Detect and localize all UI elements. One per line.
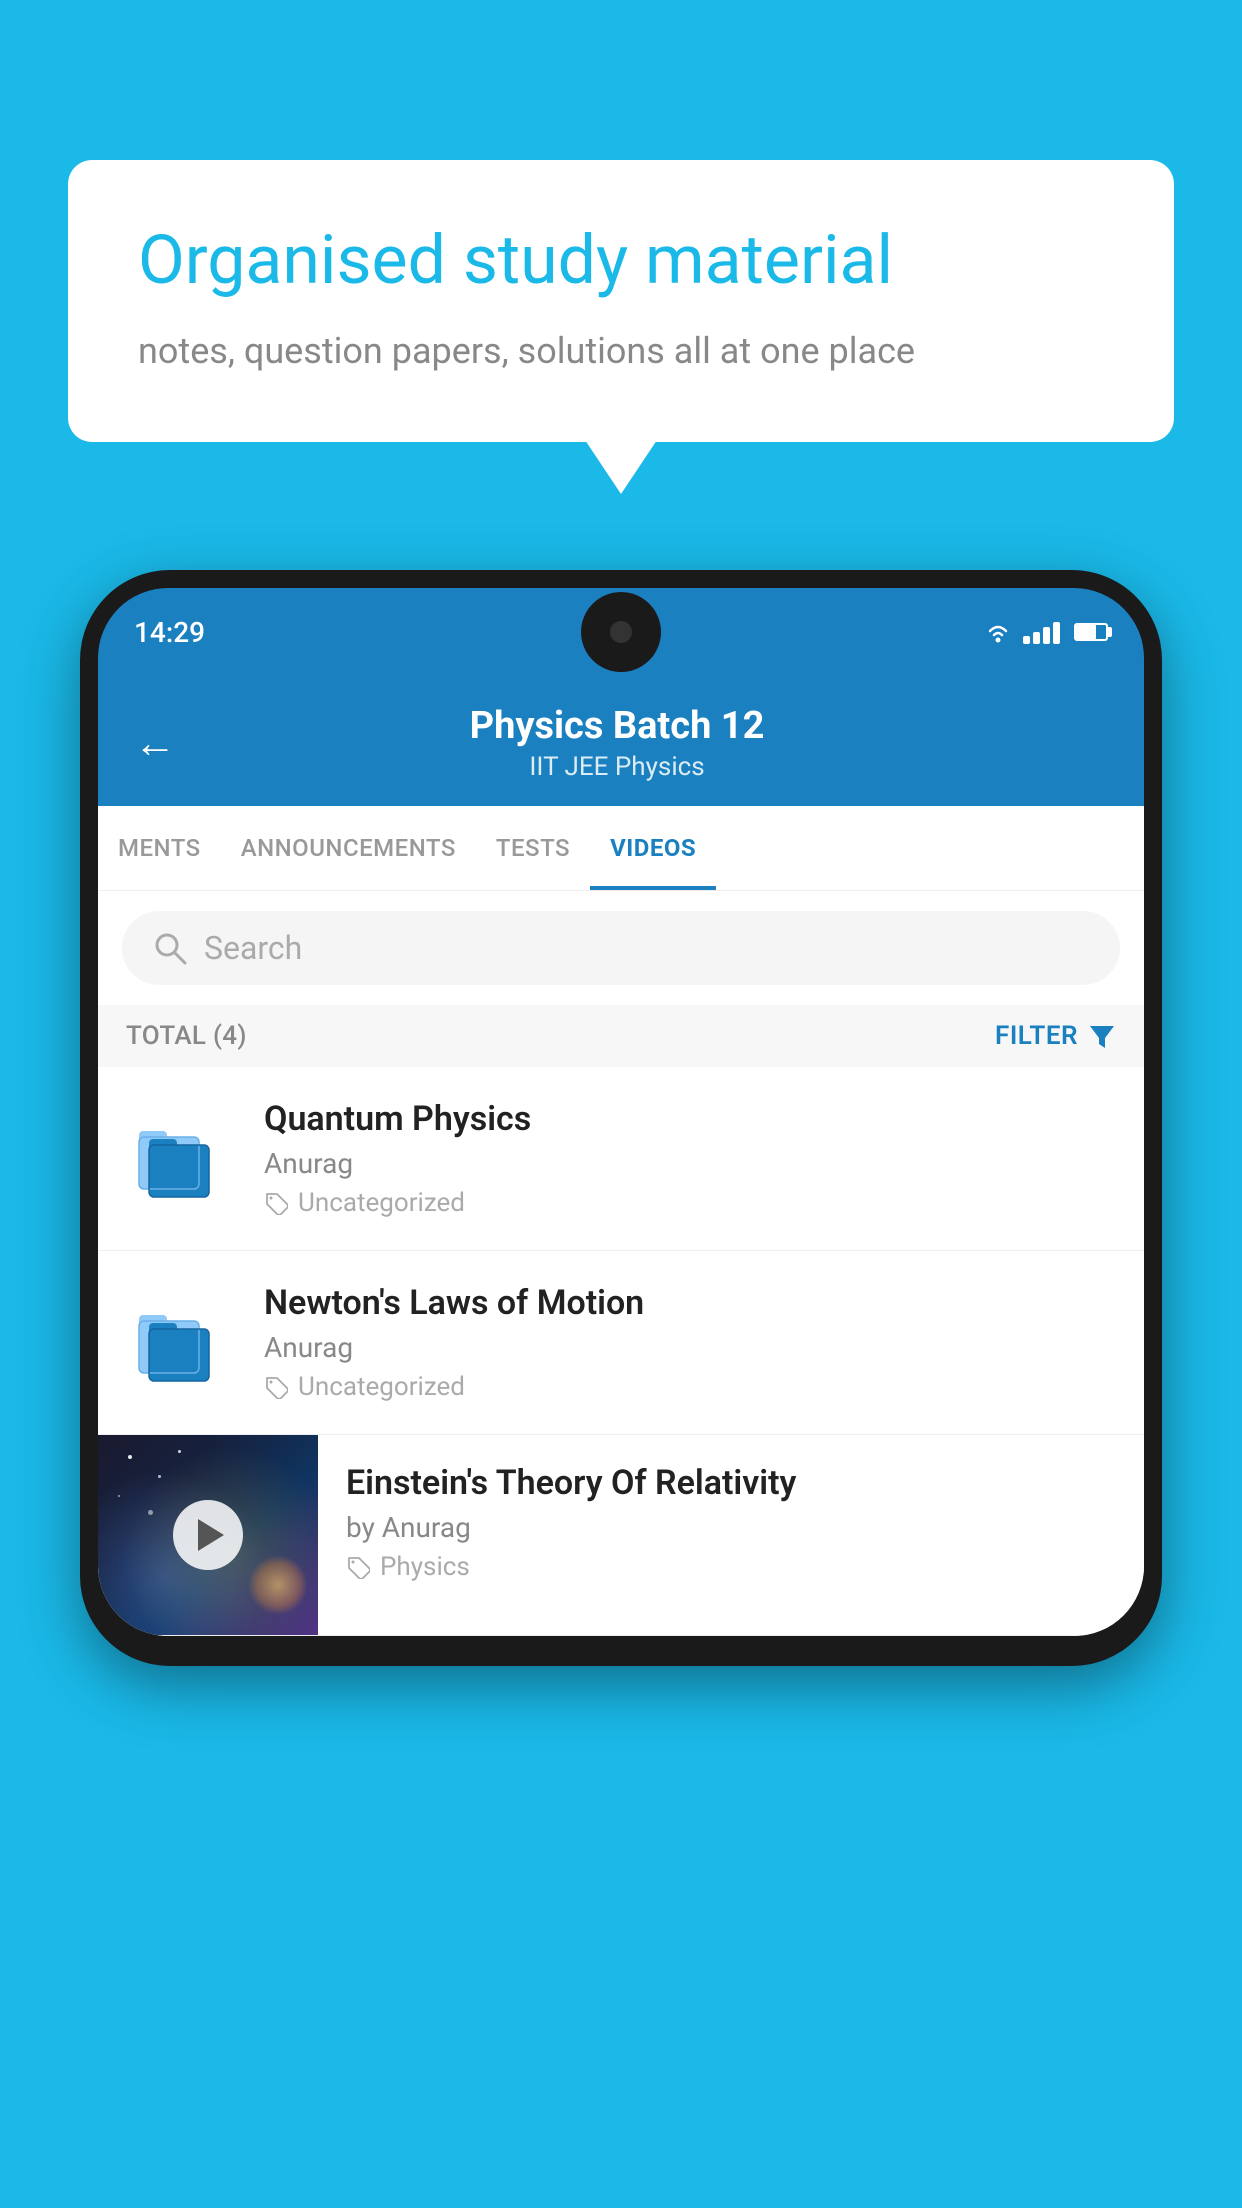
header-title-block: Physics Batch 12 IIT JEE Physics xyxy=(200,704,1034,782)
status-icons xyxy=(983,620,1108,644)
back-button[interactable]: ← xyxy=(134,719,176,768)
tab-videos[interactable]: VIDEOS xyxy=(590,806,716,890)
folder-icon-newton xyxy=(126,1288,236,1398)
video-title-quantum: Quantum Physics xyxy=(264,1099,1116,1139)
video-title-einstein: Einstein's Theory Of Relativity xyxy=(346,1463,1116,1503)
video-info-quantum: Quantum Physics Anurag Uncategorized xyxy=(264,1099,1116,1218)
video-tag-text-einstein: Physics xyxy=(380,1552,470,1582)
tag-icon xyxy=(264,1375,288,1399)
phone-wrapper: 14:29 xyxy=(80,570,1162,1666)
tab-announcements[interactable]: ANNOUNCEMENTS xyxy=(221,806,476,890)
tabs-bar: MENTS ANNOUNCEMENTS TESTS VIDEOS xyxy=(98,806,1144,891)
wifi-icon xyxy=(983,621,1013,643)
app-header: ← Physics Batch 12 IIT JEE Physics xyxy=(98,676,1144,806)
video-author-quantum: Anurag xyxy=(264,1147,1116,1180)
einstein-thumbnail xyxy=(98,1435,318,1635)
camera xyxy=(610,621,632,643)
filter-row: TOTAL (4) FILTER xyxy=(98,1005,1144,1067)
search-input[interactable]: Search xyxy=(204,929,302,967)
screen-subtitle: IIT JEE Physics xyxy=(200,752,1034,782)
status-time: 14:29 xyxy=(134,616,205,649)
status-bar: 14:29 xyxy=(98,588,1144,676)
video-author-newton: Anurag xyxy=(264,1331,1116,1364)
video-tag-text-newton: Uncategorized xyxy=(298,1372,465,1402)
phone-notch xyxy=(581,592,661,672)
video-tag-quantum: Uncategorized xyxy=(264,1188,1116,1218)
search-icon xyxy=(152,930,188,966)
play-button[interactable] xyxy=(173,1500,243,1570)
tab-ments[interactable]: MENTS xyxy=(98,806,221,890)
tab-tests[interactable]: TESTS xyxy=(476,806,590,890)
filter-icon xyxy=(1088,1022,1116,1050)
folder-icon-quantum xyxy=(126,1104,236,1214)
bubble-title: Organised study material xyxy=(138,220,1104,302)
phone-frame: 14:29 xyxy=(80,570,1162,1666)
speech-bubble-wrapper: Organised study material notes, question… xyxy=(68,160,1174,442)
app-screen: ← Physics Batch 12 IIT JEE Physics MENTS… xyxy=(98,676,1144,1636)
video-tag-einstein: Physics xyxy=(346,1552,1116,1582)
filter-button[interactable]: FILTER xyxy=(995,1021,1116,1051)
video-title-newton: Newton's Laws of Motion xyxy=(264,1283,1116,1323)
video-info-einstein: Einstein's Theory Of Relativity by Anura… xyxy=(318,1435,1116,1610)
video-author-einstein: by Anurag xyxy=(346,1511,1116,1544)
speech-bubble: Organised study material notes, question… xyxy=(68,160,1174,442)
video-item-einstein[interactable]: Einstein's Theory Of Relativity by Anura… xyxy=(98,1435,1144,1636)
video-tag-newton: Uncategorized xyxy=(264,1372,1116,1402)
video-item-quantum[interactable]: Quantum Physics Anurag Uncategorized xyxy=(98,1067,1144,1251)
total-count: TOTAL (4) xyxy=(126,1021,247,1051)
bubble-subtitle: notes, question papers, solutions all at… xyxy=(138,330,1104,372)
video-info-newton: Newton's Laws of Motion Anurag Uncategor… xyxy=(264,1283,1116,1402)
tag-icon xyxy=(346,1555,370,1579)
screen-title: Physics Batch 12 xyxy=(200,704,1034,748)
search-bar[interactable]: Search xyxy=(122,911,1120,985)
video-item-newton[interactable]: Newton's Laws of Motion Anurag Uncategor… xyxy=(98,1251,1144,1435)
search-bar-wrapper: Search xyxy=(98,891,1144,1005)
battery-icon xyxy=(1074,623,1108,641)
video-tag-text-quantum: Uncategorized xyxy=(298,1188,465,1218)
tag-icon xyxy=(264,1191,288,1215)
signal-bars-icon xyxy=(1023,620,1060,644)
